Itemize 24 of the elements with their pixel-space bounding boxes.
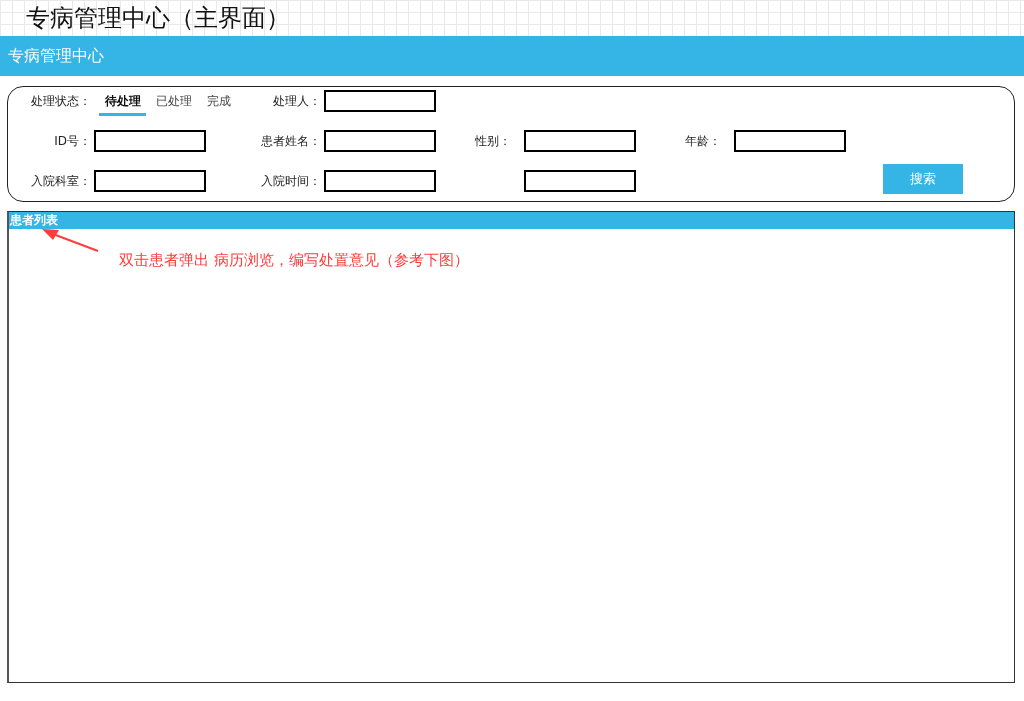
status-tab[interactable]: 待处理: [99, 90, 146, 116]
status-tab[interactable]: 完成: [201, 90, 236, 116]
input-field[interactable]: [734, 130, 846, 152]
input-field[interactable]: [94, 130, 206, 152]
field-label: 患者姓名：: [261, 133, 321, 150]
input-field[interactable]: [524, 170, 636, 192]
field-label: 年龄：: [685, 133, 721, 150]
patient-list-title: 患者列表: [9, 212, 1014, 229]
field-label: ID号：: [54, 133, 91, 150]
input-field[interactable]: [324, 90, 436, 112]
status-tab[interactable]: 已处理: [150, 90, 197, 116]
page-title: 专病管理中心（主界面）: [26, 3, 290, 34]
field-label: 入院科室：: [31, 173, 91, 190]
input-field[interactable]: [94, 170, 206, 192]
header-title: 专病管理中心: [8, 45, 104, 67]
status-label: 处理状态：: [30, 93, 91, 109]
input-field[interactable]: [524, 130, 636, 152]
input-field[interactable]: [324, 170, 436, 192]
field-label: 入院时间：: [261, 173, 321, 190]
input-field[interactable]: [324, 130, 436, 152]
field-label: 处理人：: [273, 93, 321, 110]
annotation-note: 双击患者弹出 病历浏览，编写处置意见（参考下图）: [119, 250, 469, 271]
field-label: 性别：: [475, 133, 511, 150]
arrow: [42, 229, 99, 252]
